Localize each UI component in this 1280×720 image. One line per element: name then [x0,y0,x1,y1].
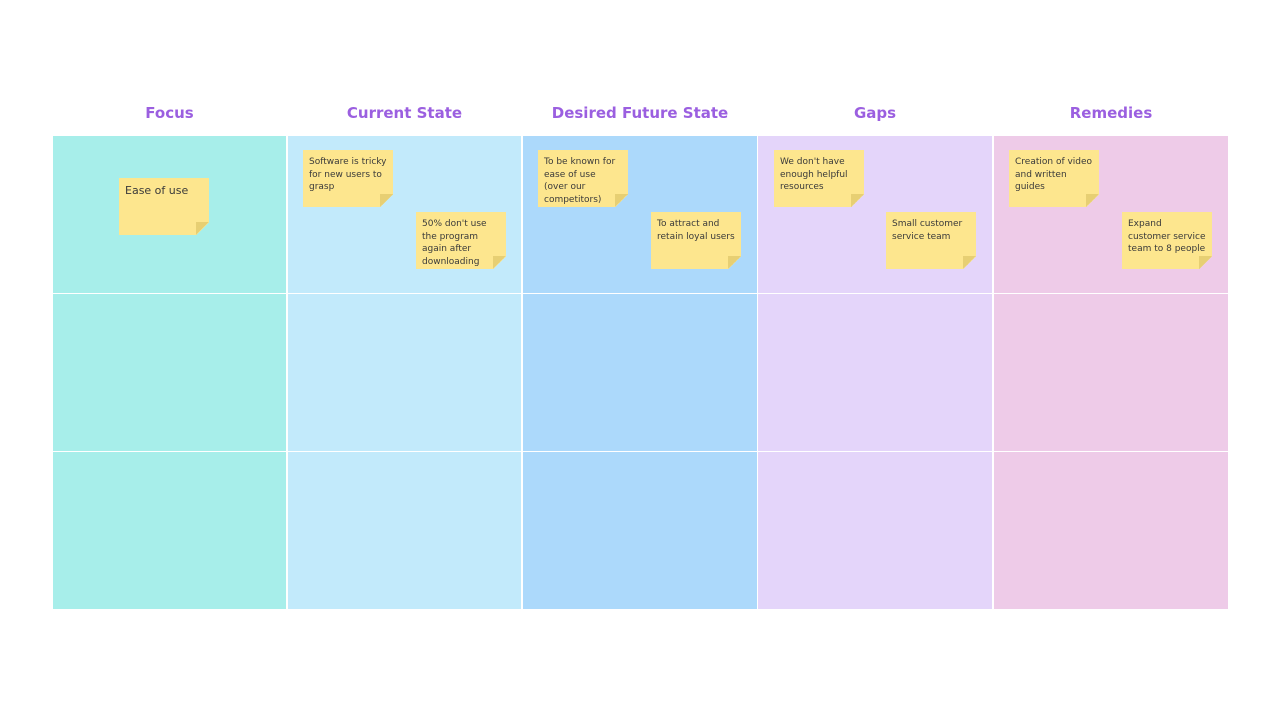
grid-cell-current-state-row-2[interactable] [288,294,521,451]
sticky-note[interactable]: Creation of video and written guides [1009,150,1099,207]
sticky-note[interactable]: Expand customer service team to 8 people [1122,212,1212,269]
sticky-text: 50% don't use the program again after do… [422,219,487,267]
sticky-text: Expand customer service team to 8 people [1128,219,1206,254]
grid-cell-desired-future-state-row-3[interactable] [523,452,757,609]
sticky-note[interactable]: 50% don't use the program again after do… [416,212,506,269]
sticky-text: Small customer service team [892,219,963,242]
column-header-current-state: Current State [346,104,463,122]
sticky-text: To be known for ease of use (over our co… [544,157,616,205]
sticky-text: Software is tricky for new users to gras… [309,157,387,192]
sticky-note[interactable]: To attract and retain loyal users [651,212,741,269]
sticky-note[interactable]: Software is tricky for new users to gras… [303,150,393,207]
grid-cell-remedies-row-2[interactable] [994,294,1228,451]
sticky-note[interactable]: Small customer service team [886,212,976,269]
column-header-focus: Focus [145,104,194,122]
grid-cell-remedies-row-3[interactable] [994,452,1228,609]
grid-cell-desired-future-state-row-2[interactable] [523,294,757,451]
sticky-note[interactable]: Ease of use [119,178,209,235]
sticky-note[interactable]: We don't have enough helpful resources [774,150,864,207]
column-header-gaps: Gaps [853,104,897,122]
sticky-note[interactable]: To be known for ease of use (over our co… [538,150,628,207]
sticky-text: We don't have enough helpful resources [780,157,848,192]
sticky-text: To attract and retain loyal users [657,219,735,242]
grid-cell-current-state-row-3[interactable] [288,452,521,609]
sticky-text: Ease of use [125,184,189,197]
column-header-desired-future-state: Desired Future State [551,104,729,122]
grid-cell-focus-row-2[interactable] [53,294,286,451]
column-header-remedies: Remedies [1069,104,1153,122]
grid-cell-focus-row-3[interactable] [53,452,286,609]
grid-cell-gaps-row-2[interactable] [758,294,992,451]
sticky-text: Creation of video and written guides [1015,157,1093,192]
grid-cell-gaps-row-3[interactable] [758,452,992,609]
